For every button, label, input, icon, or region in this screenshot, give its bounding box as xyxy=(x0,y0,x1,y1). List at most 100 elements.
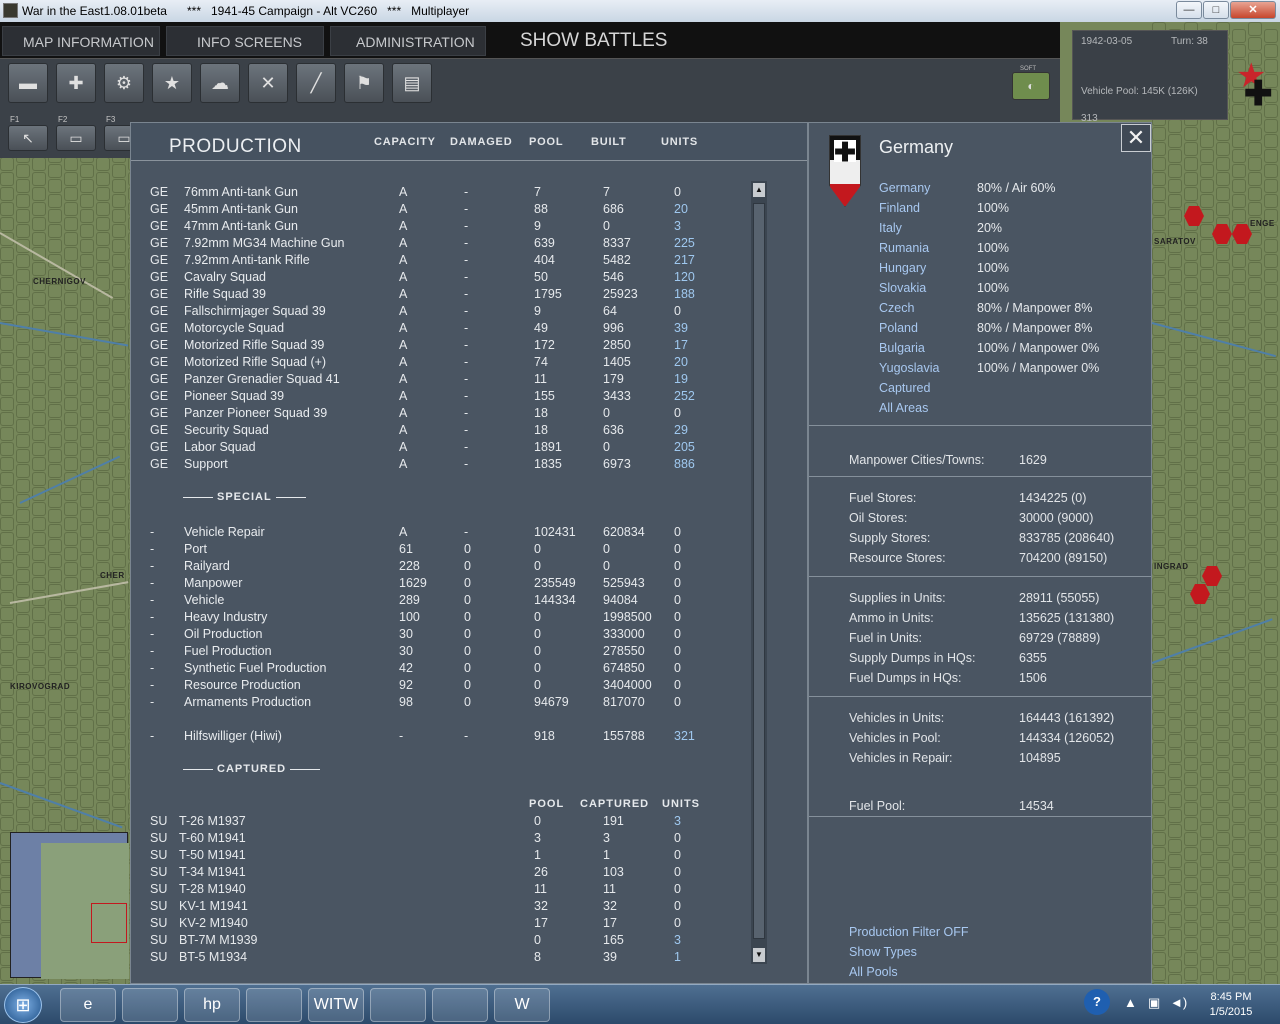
equipment-name[interactable]: BT-7M M1939 xyxy=(179,933,258,947)
production-row[interactable]: GE 47mm Anti-tank Gun A - 9 0 3 xyxy=(131,219,741,236)
captured-row[interactable]: SU BT-7M M1939 0 165 3 xyxy=(131,933,741,950)
nation-link[interactable]: All Areas xyxy=(879,401,928,415)
production-row[interactable]: GE Motorcycle Squad A - 49 996 39 xyxy=(131,321,741,338)
production-row[interactable]: GE 7.92mm MG34 Machine Gun A - 639 8337 225 xyxy=(131,236,741,253)
word-icon[interactable]: W xyxy=(494,988,550,1022)
production-row[interactable]: GE 76mm Anti-tank Gun A - 7 7 0 xyxy=(131,185,741,202)
nation-link[interactable]: Italy xyxy=(879,221,902,235)
production-row[interactable]: GE 7.92mm Anti-tank Rifle A - 404 5482 217 xyxy=(131,253,741,270)
column-header-built[interactable]: BUILT xyxy=(591,136,627,148)
system-clock[interactable]: 8:45 PM 1/5/2015 xyxy=(1196,990,1266,1020)
rail-icon[interactable]: ↖ xyxy=(8,125,48,151)
column-header-units[interactable]: UNITS xyxy=(661,136,698,148)
production-scrollbar[interactable]: ▲ ▼ xyxy=(751,181,767,964)
show-types-link[interactable]: Show Types xyxy=(849,945,917,959)
star-icon[interactable]: ★ xyxy=(152,63,192,103)
equipment-name[interactable]: Fallschirmjager Squad 39 xyxy=(184,304,326,318)
production-row[interactable]: - Oil Production 30 0 0 333000 0 xyxy=(131,627,741,644)
production-row[interactable]: - Fuel Production 30 0 0 278550 0 xyxy=(131,644,741,661)
equipment-name[interactable]: Motorcycle Squad xyxy=(184,321,284,335)
equipment-name[interactable]: 76mm Anti-tank Gun xyxy=(184,185,298,199)
equipment-name[interactable]: Panzer Grenadier Squad 41 xyxy=(184,372,340,386)
equipment-name[interactable]: T-28 M1940 xyxy=(179,882,246,896)
equipment-name[interactable]: Oil Production xyxy=(184,627,263,641)
equipment-name[interactable]: T-60 M1941 xyxy=(179,831,246,845)
production-row[interactable]: - Armaments Production 98 0 94679 817070 0 xyxy=(131,695,741,712)
tab-administration[interactable]: ADMINISTRATION xyxy=(330,26,486,56)
production-row[interactable]: GE Motorized Rifle Squad (+) A - 74 1405 20 xyxy=(131,355,741,372)
captured-row[interactable]: SU T-34 M1941 26 103 0 xyxy=(131,865,741,882)
plus-icon[interactable]: ✚ xyxy=(56,63,96,103)
production-row[interactable]: GE Panzer Grenadier Squad 41 A - 11 179 19 xyxy=(131,372,741,389)
equipment-name[interactable]: T-50 M1941 xyxy=(179,848,246,862)
production-row[interactable]: - Vehicle Repair A - 102431 620834 0 xyxy=(131,525,741,542)
equipment-name[interactable]: Fuel Production xyxy=(184,644,272,658)
minimap-viewport[interactable] xyxy=(91,903,127,943)
clipboard-icon[interactable]: ▤ xyxy=(392,63,432,103)
nation-link[interactable]: Captured xyxy=(879,381,930,395)
weather-icon[interactable]: ☁ xyxy=(200,63,240,103)
nation-link[interactable]: Bulgaria xyxy=(879,341,925,355)
captured-row[interactable]: SU T-26 M1937 0 191 3 xyxy=(131,814,741,831)
hp-icon[interactable]: hp xyxy=(184,988,240,1022)
start-button[interactable]: ⊞ xyxy=(4,987,42,1023)
nation-link[interactable]: Poland xyxy=(879,321,918,335)
equipment-name[interactable]: T-34 M1941 xyxy=(179,865,246,879)
production-row[interactable]: - Vehicle 289 0 144334 94084 0 xyxy=(131,593,741,610)
production-row[interactable]: GE Security Squad A - 18 636 29 xyxy=(131,423,741,440)
scroll-up-icon[interactable]: ▲ xyxy=(753,183,765,197)
flag-clipboard-icon[interactable]: ⚑ xyxy=(344,63,384,103)
captured-row[interactable]: SU BT-5 M1934 8 39 1 xyxy=(131,950,741,967)
equipment-name[interactable]: Armaments Production xyxy=(184,695,311,709)
captured-row[interactable]: SU T-60 M1941 3 3 0 xyxy=(131,831,741,848)
production-row[interactable]: - Hilfswilliger (Hiwi) - - 918 155788 321 xyxy=(131,729,741,746)
file-explorer-icon[interactable] xyxy=(122,988,178,1022)
equipment-name[interactable]: Panzer Pioneer Squad 39 xyxy=(184,406,327,420)
equipment-name[interactable]: Railyard xyxy=(184,559,230,573)
media-player-icon[interactable] xyxy=(246,988,302,1022)
column-header-damaged[interactable]: DAMAGED xyxy=(450,136,512,148)
nation-link[interactable]: Hungary xyxy=(879,261,926,275)
equipment-name[interactable]: 47mm Anti-tank Gun xyxy=(184,219,298,233)
production-row[interactable]: - Synthetic Fuel Production 42 0 0 674850 0 xyxy=(131,661,741,678)
nation-link[interactable]: Germany xyxy=(879,181,930,195)
production-row[interactable]: GE Panzer Pioneer Squad 39 A - 18 0 0 xyxy=(131,406,741,423)
internet-explorer-icon[interactable]: e xyxy=(60,988,116,1022)
minimap[interactable] xyxy=(10,832,129,979)
column-header-pool[interactable]: POOL xyxy=(529,136,563,148)
production-row[interactable]: GE Motorized Rifle Squad 39 A - 172 2850 17 xyxy=(131,338,741,355)
column-header-capacity[interactable]: CAPACITY xyxy=(374,136,436,148)
all-pools-link[interactable]: All Pools xyxy=(849,965,898,979)
equipment-name[interactable]: Resource Production xyxy=(184,678,301,692)
close-panel-button[interactable]: ✕ xyxy=(1121,124,1151,152)
equipment-name[interactable]: Security Squad xyxy=(184,423,269,437)
crossed-guns-icon[interactable]: ✕ xyxy=(248,63,288,103)
network-icon[interactable]: ▣ xyxy=(1148,995,1160,1011)
production-row[interactable]: GE Pioneer Squad 39 A - 155 3433 252 xyxy=(131,389,741,406)
scroll-down-icon[interactable]: ▼ xyxy=(753,948,765,962)
production-row[interactable]: GE 45mm Anti-tank Gun A - 88 686 20 xyxy=(131,202,741,219)
monitor-icon[interactable] xyxy=(370,988,426,1022)
equipment-name[interactable]: KV-1 M1941 xyxy=(179,899,248,913)
production-filter-link[interactable]: Production Filter OFF xyxy=(849,925,968,939)
gear-icon[interactable]: ⚙ xyxy=(104,63,144,103)
tab-info-screens[interactable]: INFO SCREENS xyxy=(166,26,324,56)
tab-show-battles[interactable]: SHOW BATTLES xyxy=(500,26,700,56)
equipment-name[interactable]: 45mm Anti-tank Gun xyxy=(184,202,298,216)
nation-link[interactable]: Rumania xyxy=(879,241,929,255)
equipment-name[interactable]: 7.92mm MG34 Machine Gun xyxy=(184,236,345,250)
nation-link[interactable]: Finland xyxy=(879,201,920,215)
production-row[interactable]: GE Support A - 1835 6973 886 xyxy=(131,457,741,474)
captured-row[interactable]: SU T-28 M1940 11 11 0 xyxy=(131,882,741,899)
equipment-name[interactable]: Motorized Rifle Squad 39 xyxy=(184,338,324,352)
equipment-name[interactable]: Motorized Rifle Squad (+) xyxy=(184,355,326,369)
production-row[interactable]: - Resource Production 92 0 0 3404000 0 xyxy=(131,678,741,695)
tank-icon[interactable]: ▬ xyxy=(8,63,48,103)
scroll-thumb[interactable] xyxy=(753,203,765,939)
train-icon[interactable]: ▭ xyxy=(56,125,96,151)
production-row[interactable]: - Railyard 228 0 0 0 0 xyxy=(131,559,741,576)
production-row[interactable]: GE Cavalry Squad A - 50 546 120 xyxy=(131,270,741,287)
production-row[interactable]: GE Rifle Squad 39 A - 1795 25923 188 xyxy=(131,287,741,304)
maximize-button[interactable]: □ xyxy=(1203,1,1229,19)
equipment-name[interactable]: Vehicle Repair xyxy=(184,525,265,539)
